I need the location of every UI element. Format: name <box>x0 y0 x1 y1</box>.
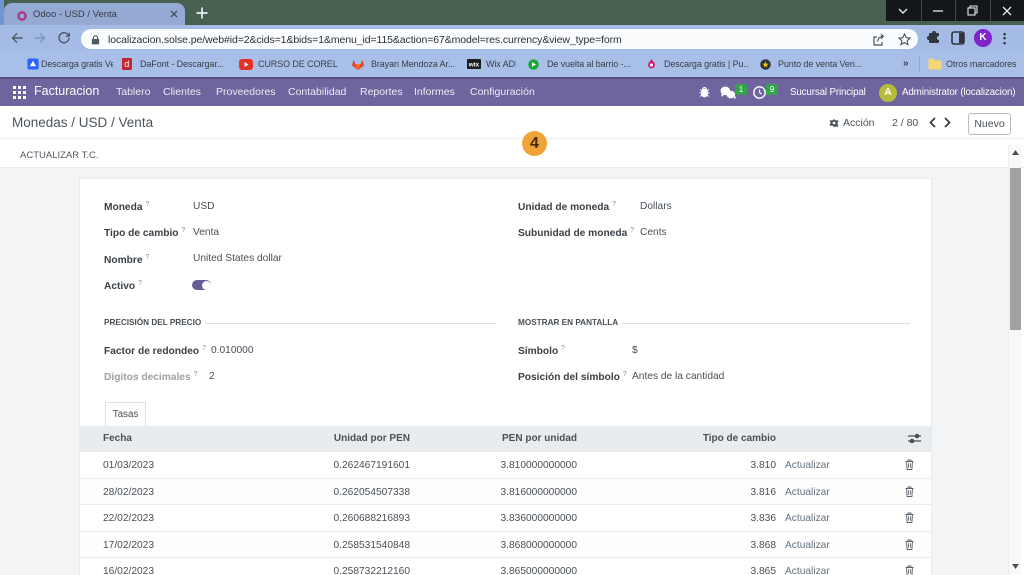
svg-text:d: d <box>124 59 129 69</box>
svg-text:wix: wix <box>468 62 480 69</box>
